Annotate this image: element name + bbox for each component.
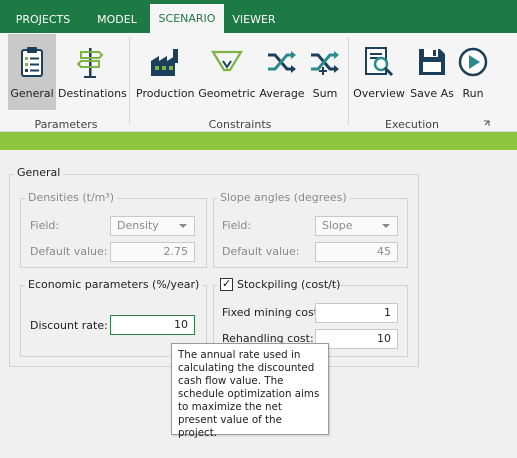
- pit-geometry-icon: [211, 50, 243, 72]
- save-as-button[interactable]: Save As: [408, 34, 456, 110]
- densities-default-input[interactable]: 2.75: [110, 242, 195, 262]
- shuffle-icon: [268, 51, 296, 73]
- group-separator: [348, 37, 349, 125]
- fixed-mining-cost-input[interactable]: 1: [315, 303, 398, 323]
- group-label-constraints: Constraints: [208, 118, 272, 131]
- signpost-icon: [76, 48, 104, 78]
- densities-default-label: Default value:: [30, 245, 108, 258]
- run-button[interactable]: Run: [456, 34, 490, 110]
- production-button[interactable]: Production: [136, 34, 195, 110]
- average-button[interactable]: Average: [258, 34, 306, 110]
- sum-button-label: Sum: [312, 87, 338, 100]
- tab-scenario[interactable]: SCENARIO: [150, 4, 224, 34]
- run-button-label: Run: [462, 87, 484, 100]
- discount-rate-label: Discount rate:: [30, 319, 108, 332]
- economic-parameters-groupbox-title: Economic parameters (%/year): [25, 278, 203, 291]
- save-as-button-label: Save As: [410, 87, 454, 100]
- slope-default-label: Default value:: [222, 245, 300, 258]
- fixed-mining-cost-label: Fixed mining cost:: [222, 306, 322, 319]
- densities-field-dropdown[interactable]: Density: [110, 216, 195, 236]
- general-button-label: General: [10, 87, 54, 100]
- dialog-launcher-icon[interactable]: [484, 120, 490, 126]
- save-disk-icon: [419, 49, 445, 75]
- slope-default-input[interactable]: 45: [315, 242, 398, 262]
- geometric-button-label: Geometric: [198, 87, 256, 100]
- chevron-down-icon: [179, 224, 187, 228]
- ribbon-tab-bar: PROJECTS MODEL SCENARIO VIEWER: [0, 0, 517, 34]
- average-button-label: Average: [259, 87, 305, 100]
- shuffle-plus-icon: [311, 51, 339, 75]
- group-separator: [129, 37, 130, 125]
- production-button-label: Production: [136, 87, 195, 100]
- stockpiling-groupbox-title: Stockpiling (cost/t): [237, 278, 341, 291]
- slope-angles-groupbox-title: Slope angles (degrees): [217, 191, 350, 204]
- destinations-button-label: Destinations: [58, 87, 127, 100]
- general-button[interactable]: General: [8, 34, 56, 110]
- destinations-button[interactable]: Destinations: [58, 34, 127, 110]
- chevron-down-icon: [382, 224, 390, 228]
- discount-rate-tooltip: The annual rate used in calculating the …: [171, 343, 329, 439]
- clipboard-checklist-icon: [21, 47, 43, 77]
- group-label-execution: Execution: [385, 118, 439, 131]
- slope-field-label: Field:: [222, 219, 252, 232]
- slope-field-value: Slope: [322, 219, 353, 232]
- ribbon: General Destinations Production Geometri…: [0, 33, 517, 132]
- densities-groupbox-title: Densities (t/m³): [25, 191, 118, 204]
- tab-projects[interactable]: PROJECTS: [8, 6, 78, 33]
- overview-button-label: Overview: [353, 87, 405, 100]
- report-magnifier-icon: [365, 47, 394, 77]
- tab-model[interactable]: MODEL: [88, 6, 146, 33]
- slope-field-dropdown[interactable]: Slope: [315, 216, 398, 236]
- stockpiling-checkbox[interactable]: ✓: [220, 277, 233, 291]
- sum-button[interactable]: Sum: [306, 34, 344, 110]
- factory-icon: [151, 49, 178, 76]
- check-mark-icon: ✓: [222, 277, 232, 290]
- densities-field-label: Field:: [30, 219, 60, 232]
- densities-field-value: Density: [117, 219, 159, 232]
- tab-viewer[interactable]: VIEWER: [228, 6, 280, 33]
- play-icon: [458, 47, 488, 77]
- group-label-parameters: Parameters: [34, 118, 98, 131]
- general-groupbox-title: General: [14, 166, 64, 179]
- overview-button[interactable]: Overview: [352, 34, 406, 110]
- discount-rate-input[interactable]: 10: [110, 315, 195, 335]
- geometric-button[interactable]: Geometric: [198, 34, 256, 110]
- accent-band: [0, 132, 517, 150]
